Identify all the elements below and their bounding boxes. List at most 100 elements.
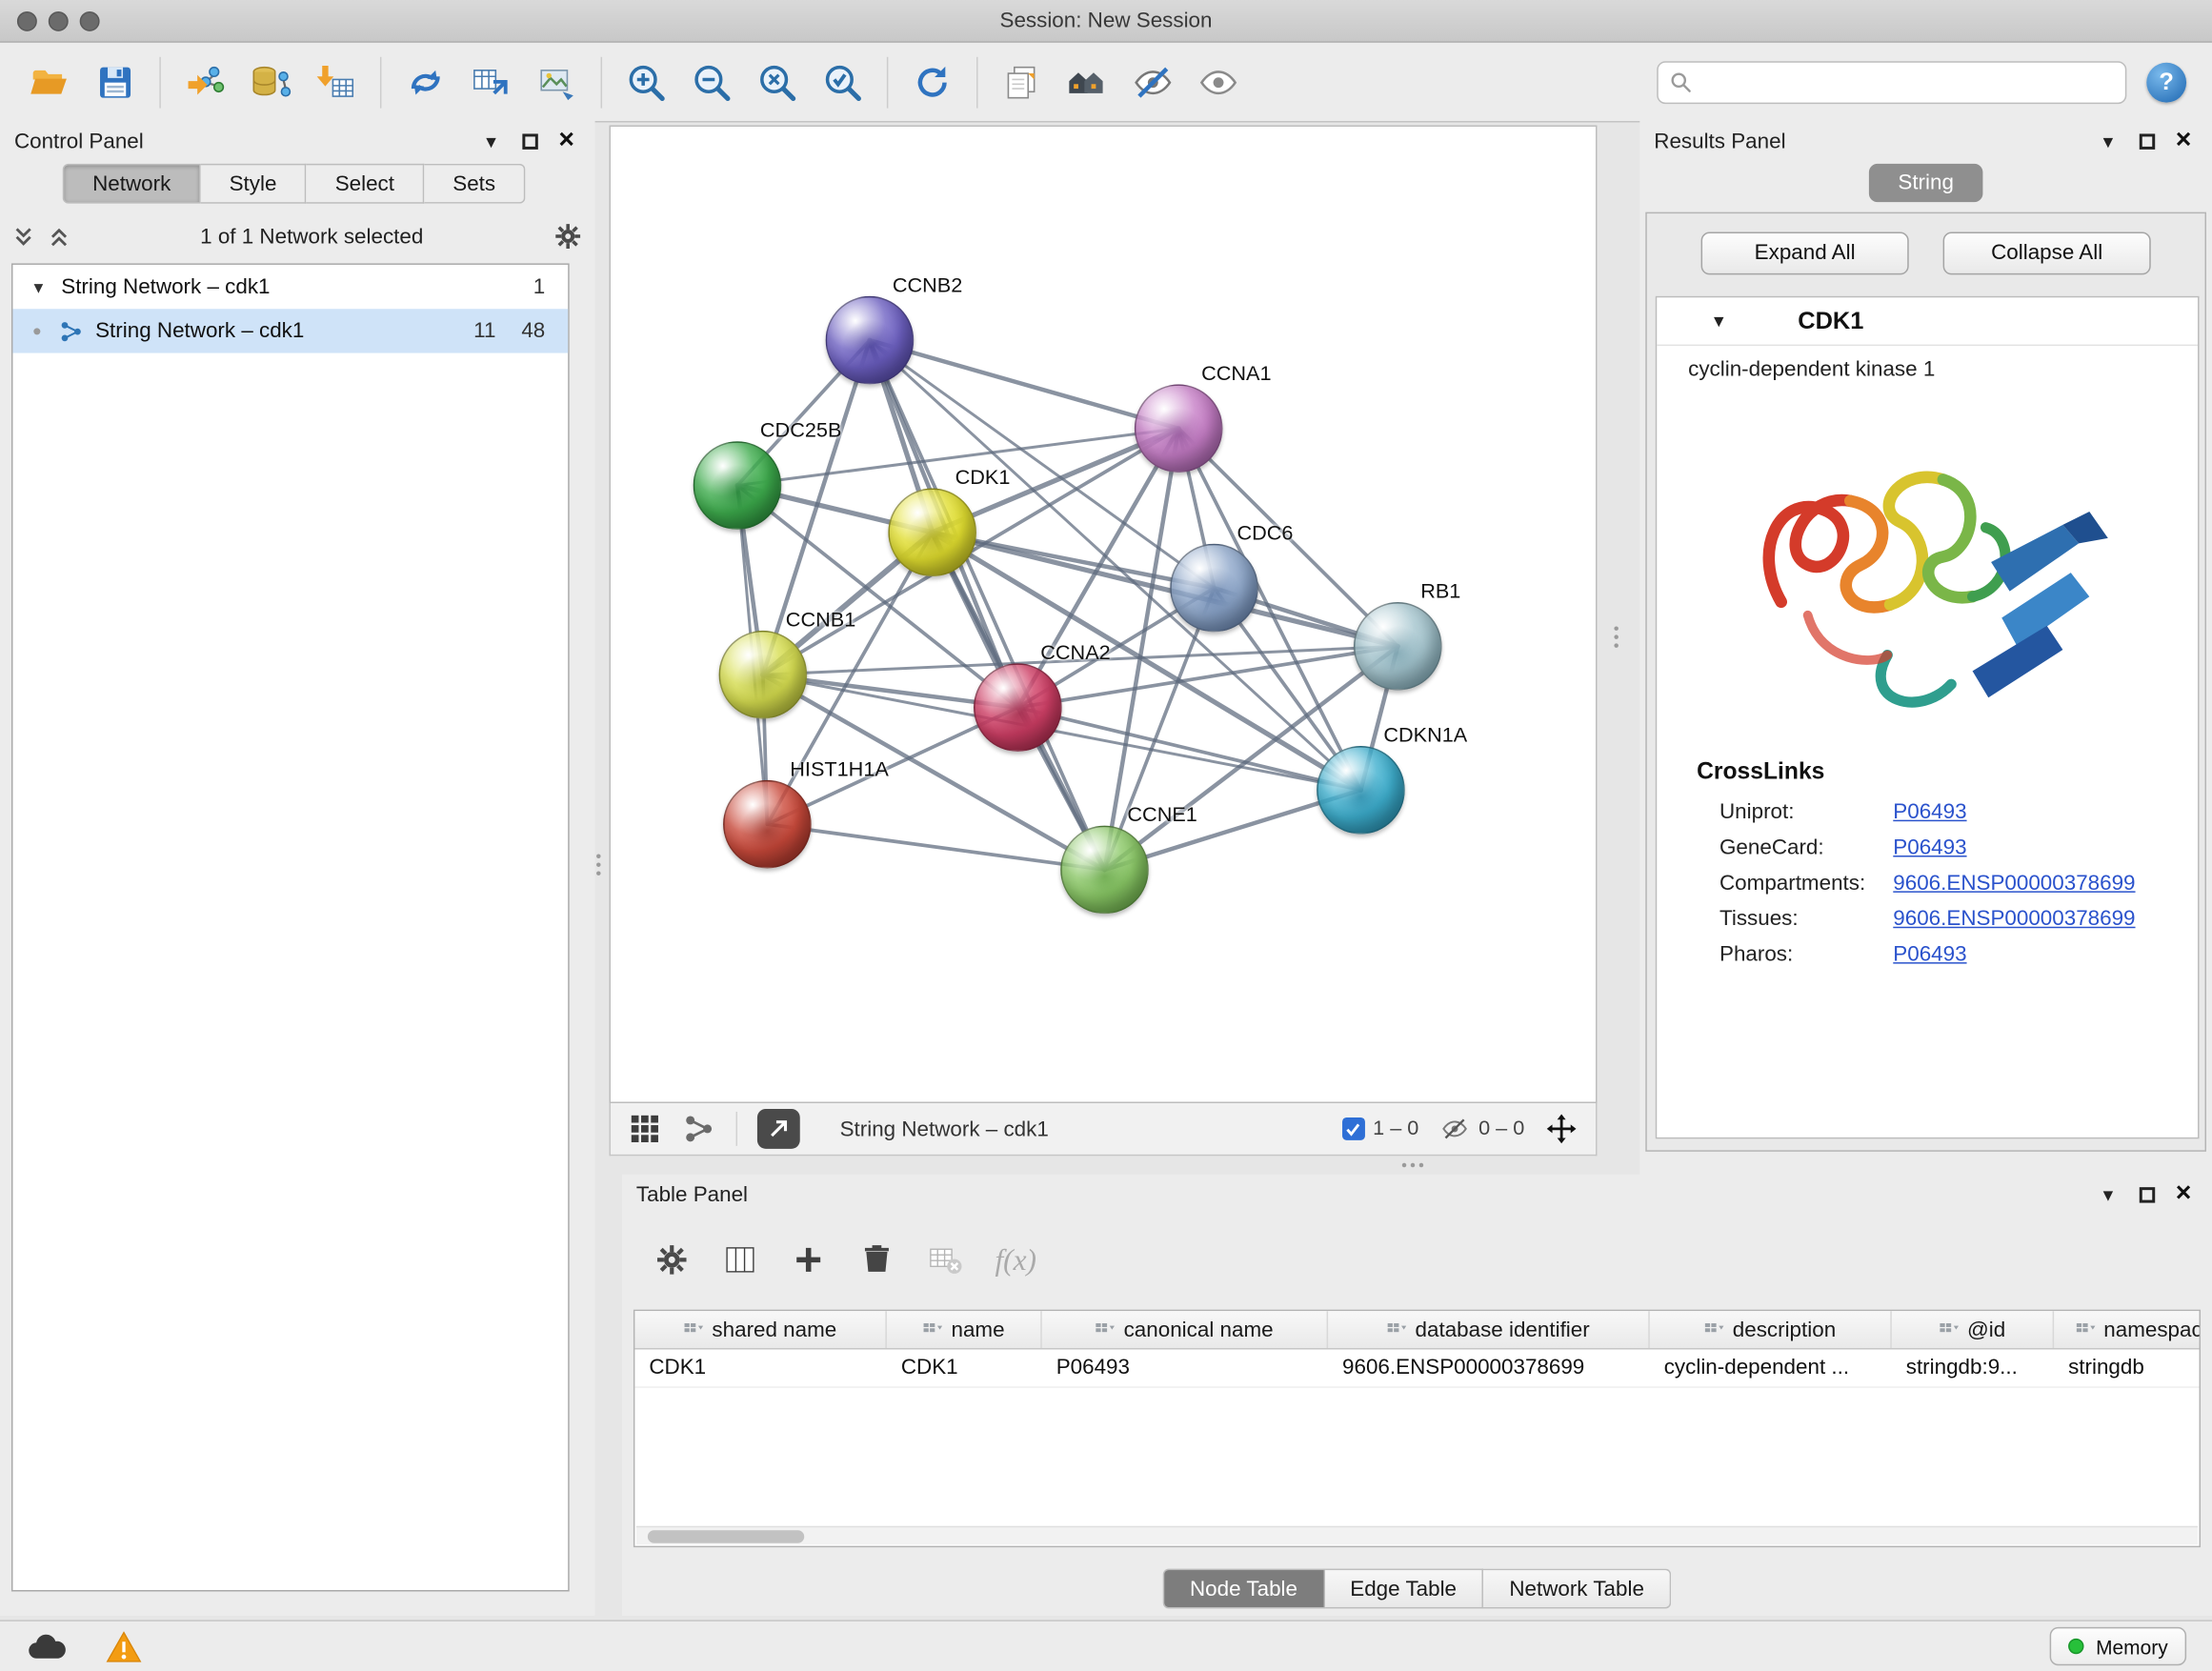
crosslink-value-link[interactable]: P06493 [1893, 800, 1966, 824]
crosslinks-title: CrossLinks [1697, 758, 2198, 785]
close-panel-icon[interactable]: × [2169, 1180, 2198, 1209]
network-node-ccnb2[interactable] [826, 296, 915, 385]
tab-style[interactable]: Style [201, 164, 307, 204]
import-network-database-button[interactable] [238, 50, 304, 115]
external-arrow-icon [767, 1117, 790, 1140]
new-network-button[interactable] [392, 50, 458, 115]
tab-edge-table[interactable]: Edge Table [1324, 1569, 1483, 1609]
vertical-splitter-handle[interactable] [1614, 626, 1618, 647]
column-header-database-identifier[interactable]: database identifier [1328, 1311, 1650, 1348]
table-row[interactable]: CDK1CDK1P064939606.ENSP00000378699cyclin… [634, 1350, 2199, 1388]
control-panel-header: Control Panel ▾ × [0, 121, 595, 161]
network-node-cdc25b[interactable] [694, 441, 782, 530]
gear-icon[interactable] [553, 221, 584, 252]
collapse-all-icon[interactable] [11, 224, 35, 248]
export-image-button[interactable] [524, 50, 590, 115]
move-crosshair-icon[interactable] [1544, 1112, 1579, 1146]
help-button[interactable]: ? [2146, 62, 2186, 102]
float-panel-icon[interactable] [2140, 133, 2155, 149]
crosslink-value-link[interactable]: P06493 [1893, 942, 1966, 966]
scrollbar-thumb[interactable] [648, 1530, 804, 1542]
expand-all-button[interactable]: Expand All [1701, 232, 1909, 275]
network-from-table-button[interactable] [458, 50, 524, 115]
network-collection-row[interactable]: ▾ String Network – cdk1 1 [12, 265, 568, 309]
import-table-button[interactable] [303, 50, 369, 115]
float-panel-icon[interactable] [522, 133, 537, 149]
column-header-namespac[interactable]: namespac [2054, 1311, 2201, 1348]
cloud-icon[interactable] [26, 1629, 69, 1663]
zoom-window-button[interactable] [80, 11, 100, 31]
column-header-name[interactable]: name [887, 1311, 1042, 1348]
network-share-icon[interactable] [682, 1112, 716, 1146]
column-header-shared-name[interactable]: shared name [634, 1311, 886, 1348]
tab-string[interactable]: String [1869, 164, 1983, 202]
zoom-selected-button[interactable] [810, 50, 875, 115]
network-node-cdkn1a[interactable] [1317, 746, 1405, 835]
network-node-hist1h1a[interactable] [723, 780, 812, 869]
zoom-in-button[interactable] [613, 50, 679, 115]
show-columns-icon[interactable] [722, 1241, 759, 1278]
column-header-canonical-name[interactable]: canonical name [1042, 1311, 1328, 1348]
tab-sets[interactable]: Sets [424, 164, 525, 204]
import-network-file-button[interactable] [172, 50, 238, 115]
close-panel-icon[interactable]: × [2169, 127, 2198, 155]
search-input[interactable] [1701, 70, 2114, 93]
open-in-new-window-button[interactable] [757, 1109, 800, 1149]
delete-icon[interactable] [858, 1241, 895, 1278]
network-node-ccnb1[interactable] [719, 631, 808, 719]
open-session-button[interactable] [17, 50, 83, 115]
zoom-in-icon [625, 61, 668, 104]
collapse-all-button[interactable]: Collapse All [1943, 232, 2151, 275]
tab-network-table[interactable]: Network Table [1483, 1569, 1671, 1609]
tab-node-table[interactable]: Node Table [1163, 1569, 1325, 1609]
network-node-label-cdk1: CDK1 [955, 467, 1011, 490]
crosslink-value-link[interactable]: 9606.ENSP00000378699 [1893, 871, 2135, 895]
panel-menu-icon[interactable]: ▾ [2091, 129, 2125, 152]
panel-menu-icon[interactable]: ▾ [474, 129, 509, 152]
collapse-entry-icon[interactable]: ▾ [1714, 309, 1724, 332]
crosslink-value-link[interactable]: P06493 [1893, 836, 1966, 859]
tab-select[interactable]: Select [307, 164, 425, 204]
houses-button[interactable] [1055, 50, 1120, 115]
save-session-button[interactable] [83, 50, 149, 115]
search-box[interactable] [1657, 61, 2126, 104]
gene-entry-header[interactable]: ▾ CDK1 [1657, 297, 2198, 346]
horizontal-scrollbar[interactable] [636, 1526, 2198, 1544]
network-row-selected[interactable]: ● String Network – cdk1 11 48 [12, 309, 568, 352]
hide-details-button[interactable] [1120, 50, 1186, 115]
grid-view-icon[interactable] [628, 1112, 662, 1146]
minimize-window-button[interactable] [49, 11, 69, 31]
zoom-out-button[interactable] [679, 50, 745, 115]
close-window-button[interactable] [17, 11, 37, 31]
caret-down-icon[interactable]: ▾ [27, 275, 50, 298]
network-node-ccna1[interactable] [1135, 384, 1223, 473]
column-header--id[interactable]: @id [1892, 1311, 2054, 1348]
network-node-ccne1[interactable] [1060, 826, 1149, 915]
network-node-label-hist1h1a: HIST1H1A [790, 758, 889, 781]
crosslinks-list: Uniprot:P06493GeneCard:P06493Compartment… [1657, 795, 2198, 973]
show-details-button[interactable] [1186, 50, 1252, 115]
memory-button[interactable]: Memory [2050, 1627, 2186, 1665]
float-panel-icon[interactable] [2140, 1186, 2155, 1201]
vertical-splitter-handle[interactable] [596, 855, 600, 876]
close-panel-icon[interactable]: × [553, 127, 581, 155]
network-node-rb1[interactable] [1354, 602, 1442, 691]
column-header-description[interactable]: description [1650, 1311, 1892, 1348]
network-node-label-cdc6: CDC6 [1237, 522, 1293, 545]
documents-button[interactable] [989, 50, 1055, 115]
network-node-cdk1[interactable] [888, 489, 976, 577]
horizontal-splitter-handle[interactable] [1402, 1163, 1423, 1167]
gene-description: cyclin-dependent kinase 1 [1657, 346, 2198, 381]
crosslink-value-link[interactable]: 9606.ENSP00000378699 [1893, 907, 2135, 931]
apply-layout-button[interactable] [899, 50, 965, 115]
network-canvas[interactable]: CCNB2CCNA1CDC25BCDK1CDC6RB1CCNB1CCNA2CDK… [611, 127, 1596, 1102]
expand-all-icon[interactable] [47, 224, 70, 248]
zoom-fit-button[interactable] [744, 50, 810, 115]
network-node-ccna2[interactable] [974, 663, 1062, 752]
tab-network[interactable]: Network [63, 164, 201, 204]
add-column-icon[interactable] [790, 1241, 827, 1278]
panel-menu-icon[interactable]: ▾ [2091, 1182, 2125, 1206]
gear-icon[interactable] [654, 1241, 691, 1278]
network-node-cdc6[interactable] [1170, 544, 1258, 633]
warning-icon[interactable] [106, 1629, 143, 1663]
